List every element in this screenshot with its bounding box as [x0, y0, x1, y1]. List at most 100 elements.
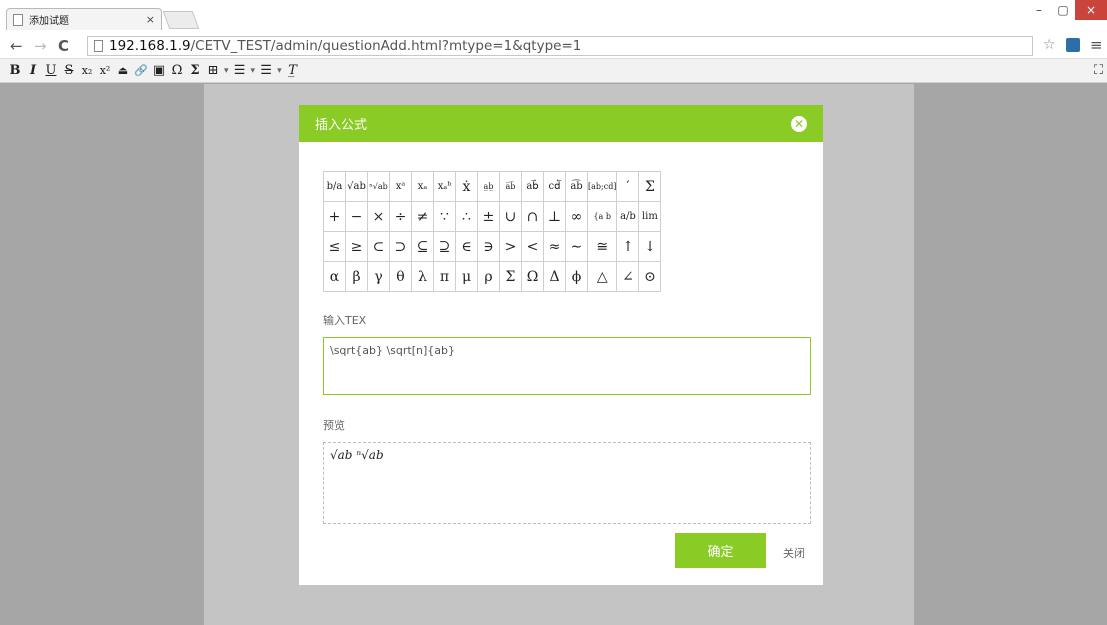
tex-input-label: 输入TEX	[323, 314, 367, 327]
symbol-button[interactable]: ↓	[638, 231, 662, 262]
symbol-button[interactable]: ±	[477, 201, 500, 232]
symbol-button[interactable]: π	[433, 261, 456, 292]
symbol-button[interactable]: cd⃖	[543, 171, 566, 202]
bookmark-star-icon[interactable]: ☆	[1043, 37, 1056, 53]
tab-close-icon[interactable]: ×	[146, 13, 155, 26]
symbol-button[interactable]: μ	[455, 261, 478, 292]
bold-button[interactable]: B	[8, 63, 22, 78]
minimize-button[interactable]: –	[1027, 0, 1051, 20]
symbol-button[interactable]: Σ	[638, 171, 662, 202]
symbol-button[interactable]: λ	[411, 261, 434, 292]
symbol-button[interactable]: Ω	[521, 261, 544, 292]
symbol-button[interactable]: ′	[616, 171, 640, 202]
symbol-button[interactable]: α	[323, 261, 346, 292]
symbol-button[interactable]: b/a	[323, 171, 346, 202]
symbol-button[interactable]: ∴	[455, 201, 478, 232]
forward-arrow-icon[interactable]: →	[34, 37, 47, 55]
symbol-button[interactable]: ∋	[477, 231, 500, 262]
symbol-button[interactable]: lim	[638, 201, 662, 232]
symbol-button[interactable]: ∵	[433, 201, 456, 232]
symbol-button[interactable]: ⊃	[389, 231, 412, 262]
symbol-button[interactable]: ÷	[389, 201, 412, 232]
symbol-button[interactable]: △	[586, 261, 618, 292]
back-arrow-icon[interactable]: ←	[10, 37, 23, 55]
close-window-button[interactable]: ×	[1075, 0, 1107, 20]
url-input[interactable]: 192.168.1.9/CETV_TEST/admin/questionAdd.…	[87, 36, 1033, 56]
symbol-button[interactable]: γ	[367, 261, 390, 292]
symbol-button[interactable]: a/b	[616, 201, 640, 232]
symbol-button[interactable]: ≅	[586, 231, 618, 262]
symbol-button[interactable]: Σ	[499, 261, 522, 292]
page-icon	[94, 40, 103, 52]
symbol-button[interactable]: ≠	[411, 201, 434, 232]
symbol-button[interactable]: ϕ	[565, 261, 588, 292]
symbol-button[interactable]: ≈	[543, 231, 566, 262]
symbol-button[interactable]: a̅b̅	[499, 171, 522, 202]
symbol-row: ≤ ≥ ⊂ ⊃ ⊆ ⊇ ∈ ∋ > < ≈ ∼ ≅ ↑ ↓	[323, 231, 662, 262]
symbol-button[interactable]: a̲b̲	[477, 171, 500, 202]
symbol-button[interactable]: ⊙	[638, 261, 662, 292]
symbol-button[interactable]: ẋ	[455, 171, 478, 202]
symbol-button[interactable]: ⁿ√ab	[367, 171, 390, 202]
symbol-button[interactable]: ⊂	[367, 231, 390, 262]
special-char-icon[interactable]: Ω	[170, 63, 184, 78]
symbol-button[interactable]: ∩	[521, 201, 544, 232]
symbol-button[interactable]: ⊆	[411, 231, 434, 262]
symbol-button[interactable]: ∪	[499, 201, 522, 232]
symbol-row: α β γ θ λ π μ ρ Σ Ω Δϕ △ ∠ ⊙	[323, 261, 662, 292]
symbol-button[interactable]: +	[323, 201, 346, 232]
symbol-button[interactable]: [ab;cd]	[586, 171, 618, 202]
symbol-button[interactable]: a͡b	[565, 171, 588, 202]
new-tab-button[interactable]	[162, 11, 200, 29]
browser-tab[interactable]: 添加试题 ×	[6, 8, 162, 30]
symbol-button[interactable]: ∠	[616, 261, 640, 292]
fullscreen-icon[interactable]: ⛶	[1094, 63, 1103, 78]
symbol-button[interactable]: xₐᵇ	[433, 171, 456, 202]
chevron-down-icon[interactable]: ▾	[277, 66, 282, 76]
confirm-button[interactable]: 确定	[675, 533, 766, 568]
table-icon[interactable]: ⊞	[206, 63, 220, 78]
maximize-window-button[interactable]: ▢	[1051, 0, 1075, 20]
symbol-button[interactable]: ≤	[323, 231, 346, 262]
superscript-button[interactable]: x²	[98, 64, 112, 77]
upload-icon[interactable]: ⏏	[116, 64, 130, 77]
strikethrough-button[interactable]: S	[62, 63, 76, 78]
symbol-button[interactable]: ρ	[477, 261, 500, 292]
symbol-button[interactable]: √ab	[345, 171, 368, 202]
image-icon[interactable]: ▣	[152, 63, 166, 78]
reload-icon[interactable]: C	[58, 37, 69, 55]
symbol-button[interactable]: ∞	[565, 201, 588, 232]
symbol-button[interactable]: xᵃ	[389, 171, 412, 202]
symbol-button[interactable]: Δ	[543, 261, 566, 292]
italic-button[interactable]: I	[26, 63, 40, 78]
symbol-button[interactable]: ⊥	[543, 201, 566, 232]
link-icon[interactable]: 🔗	[134, 64, 148, 77]
chevron-down-icon[interactable]: ▾	[224, 66, 229, 76]
symbol-button[interactable]: ∼	[565, 231, 588, 262]
symbol-button[interactable]: {a b	[586, 201, 618, 232]
browser-menu-icon[interactable]: ≡	[1090, 36, 1103, 54]
symbol-button[interactable]: β	[345, 261, 368, 292]
close-icon[interactable]: ✕	[791, 115, 807, 132]
subscript-button[interactable]: x₂	[80, 64, 94, 77]
symbol-button[interactable]: ⊇	[433, 231, 456, 262]
formula-icon[interactable]: Σ	[188, 63, 202, 78]
clear-format-icon[interactable]: T̲	[286, 63, 300, 78]
symbol-button[interactable]: ∈	[455, 231, 478, 262]
symbol-button[interactable]: ab⃗	[521, 171, 544, 202]
extension-icon[interactable]	[1066, 38, 1080, 52]
symbol-button[interactable]: −	[345, 201, 368, 232]
symbol-button[interactable]: xₐ	[411, 171, 434, 202]
close-button[interactable]: 关闭	[783, 545, 805, 561]
symbol-button[interactable]: θ	[389, 261, 412, 292]
chevron-down-icon[interactable]: ▾	[251, 66, 256, 76]
symbol-button[interactable]: >	[499, 231, 522, 262]
symbol-button[interactable]: <	[521, 231, 544, 262]
symbol-button[interactable]: ↑	[616, 231, 640, 262]
bulleted-list-icon[interactable]: ☰	[233, 63, 247, 78]
tex-input[interactable]	[323, 337, 811, 395]
symbol-button[interactable]: ≥	[345, 231, 368, 262]
underline-button[interactable]: U	[44, 63, 58, 78]
numbered-list-icon[interactable]: ☰	[259, 63, 273, 78]
symbol-button[interactable]: ×	[367, 201, 390, 232]
